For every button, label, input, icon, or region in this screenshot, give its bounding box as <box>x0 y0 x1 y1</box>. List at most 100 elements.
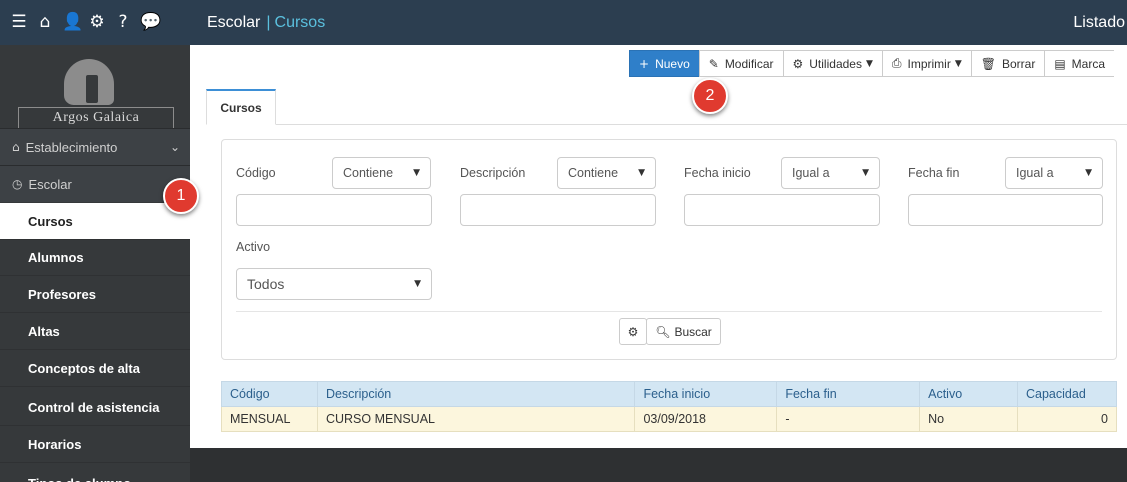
sidebar-item-tipos-de-alumno[interactable]: Tipos de alumno <box>0 465 190 482</box>
buscar-button[interactable]: 🔍︎ Buscar <box>646 318 721 345</box>
descripcion-operator-select[interactable]: Contiene ▼ <box>557 157 656 189</box>
gear-icon: ⚙ <box>627 324 639 339</box>
sidebar-group-label: Escolar <box>28 176 72 192</box>
column-header-capacidad[interactable]: Capacidad <box>1017 381 1117 407</box>
fecha-inicio-input[interactable] <box>684 194 880 226</box>
results-table: Código Descripción Fecha inicio Fecha fi… <box>221 381 1117 432</box>
trash-icon: 🗑 <box>980 56 996 71</box>
column-header-activo[interactable]: Activo <box>919 381 1018 407</box>
fecha-inicio-operator-value: Igual a <box>792 166 830 180</box>
tab-cursos[interactable]: Cursos <box>206 89 276 125</box>
home-icon[interactable]: ⌂ <box>36 14 54 31</box>
panel-divider <box>236 311 1102 312</box>
imprimir-button[interactable]: ⎙ Imprimir ▼ <box>881 50 972 77</box>
step-badge-2: 2 <box>692 78 728 114</box>
caret-down-icon: ▼ <box>954 58 962 69</box>
activo-value: Todos <box>247 276 285 292</box>
help-icon[interactable]: ? <box>114 14 132 31</box>
printer-icon: ⎙ <box>891 56 902 70</box>
table-header-row: Código Descripción Fecha inicio Fecha fi… <box>221 381 1117 407</box>
step-badge-1: 1 <box>163 178 199 214</box>
top-bar: ☰ ⌂ 👤 ⚙ ? 💬 Escolar | Cursos Listado <box>0 0 1127 45</box>
caret-down-icon: ▼ <box>414 279 421 289</box>
footer-bar <box>190 448 1127 482</box>
sidebar-item-alumnos[interactable]: Alumnos <box>0 239 190 276</box>
marcar-label: Marca <box>1071 56 1106 71</box>
caret-down-icon: ▼ <box>413 168 420 178</box>
codigo-operator-value: Contiene <box>343 166 394 180</box>
chat-icon[interactable]: 💬 <box>140 14 161 31</box>
codigo-input[interactable] <box>236 194 432 226</box>
marcar-button[interactable]: ▤ Marca <box>1044 50 1115 77</box>
column-header-fecha-fin[interactable]: Fecha fin <box>776 381 921 407</box>
descripcion-operator-value: Contiene <box>568 166 619 180</box>
sidebar-item-altas[interactable]: Altas <box>0 313 190 350</box>
fecha-fin-operator-select[interactable]: Igual a ▼ <box>1005 157 1103 189</box>
sidebar: Argos Galaica ⌂ Establecimiento ⌄ ◷ Esco… <box>0 45 190 482</box>
sidebar-group-label: Establecimiento <box>25 139 118 155</box>
modificar-button[interactable]: ✎ Modificar <box>698 50 784 77</box>
codigo-operator-select[interactable]: Contiene ▼ <box>332 157 431 189</box>
nuevo-label: Nuevo <box>655 56 690 71</box>
buscar-label: Buscar <box>674 324 712 339</box>
module-title: Cursos <box>274 13 326 31</box>
borrar-label: Borrar <box>1001 56 1036 71</box>
topbar-icon-group: ☰ ⌂ 👤 ⚙ ? 💬 <box>6 0 178 45</box>
search-icon: 🔍︎ <box>655 324 671 339</box>
cell-activo: No <box>919 406 1018 432</box>
logo-text: Argos Galaica <box>18 107 174 129</box>
app-title: Escolar | Cursos <box>207 0 325 45</box>
column-header-descripcion[interactable]: Descripción <box>316 381 636 407</box>
caret-down-icon: ▼ <box>862 168 869 178</box>
table-row[interactable]: MENSUAL CURSO MENSUAL 03/09/2018 - No 0 <box>221 406 1117 432</box>
caret-down-icon: ▼ <box>865 58 873 69</box>
gear-icon[interactable]: ⚙ <box>88 14 106 31</box>
sidebar-group-escolar[interactable]: ◷ Escolar ⌃ <box>0 165 190 202</box>
cell-fecha-fin: - <box>776 406 921 432</box>
utilidades-button[interactable]: ⚙ Utilidades ▼ <box>782 50 883 77</box>
user-icon[interactable]: 👤 <box>62 14 83 31</box>
sidebar-item-conceptos-de-alta[interactable]: Conceptos de alta <box>0 350 190 387</box>
sidebar-item-control-de-asistencia[interactable]: Control de asistencia <box>0 389 190 426</box>
chevron-down-icon: ⌄ <box>169 140 180 154</box>
plus-icon: + <box>639 56 650 71</box>
column-header-codigo[interactable]: Código <box>221 381 318 407</box>
title-separator: | <box>266 13 271 31</box>
tab-strip-line <box>206 124 1127 125</box>
activo-select[interactable]: Todos ▼ <box>236 268 432 300</box>
utilidades-label: Utilidades <box>809 56 862 71</box>
borrar-button[interactable]: 🗑 Borrar <box>970 50 1046 77</box>
sidebar-item-profesores[interactable]: Profesores <box>0 276 190 313</box>
descripcion-label: Descripción <box>460 166 526 180</box>
toolbar: + Nuevo ✎ Modificar ⚙ Utilidades ▼ ⎙ Imp… <box>629 50 1115 77</box>
filter-panel: Código Contiene ▼ Descripción Contiene ▼… <box>221 139 1117 360</box>
column-header-fecha-inicio[interactable]: Fecha inicio <box>634 381 778 407</box>
fecha-fin-operator-value: Igual a <box>1016 166 1054 180</box>
list-alt-icon: ▤ <box>1054 56 1066 71</box>
cell-codigo: MENSUAL <box>221 406 318 432</box>
codigo-label: Código <box>236 166 276 180</box>
fecha-fin-input[interactable] <box>908 194 1103 226</box>
cell-descripcion: CURSO MENSUAL <box>316 406 636 432</box>
fecha-fin-label: Fecha fin <box>908 166 960 180</box>
helmet-logo-icon <box>64 59 114 105</box>
pencil-icon: ✎ <box>708 56 719 71</box>
sidebar-item-horarios[interactable]: Horarios <box>0 426 190 463</box>
search-settings-button[interactable]: ⚙ <box>619 318 647 345</box>
sidebar-item-cursos[interactable]: Cursos <box>0 203 190 240</box>
gear-icon: ⚙ <box>792 56 804 71</box>
modificar-label: Modificar <box>724 56 774 71</box>
home-icon: ⌂ <box>12 140 20 154</box>
caret-down-icon: ▼ <box>1085 168 1092 178</box>
page-label: Listado <box>1073 13 1125 31</box>
cell-capacidad: 0 <box>1017 406 1117 432</box>
clock-icon: ◷ <box>12 177 23 191</box>
sidebar-group-establecimiento[interactable]: ⌂ Establecimiento ⌄ <box>0 128 190 165</box>
fecha-inicio-operator-select[interactable]: Igual a ▼ <box>781 157 880 189</box>
caret-down-icon: ▼ <box>638 168 645 178</box>
list-icon[interactable]: ☰ <box>10 14 28 31</box>
nuevo-button[interactable]: + Nuevo <box>629 50 700 77</box>
imprimir-label: Imprimir <box>907 56 951 71</box>
descripcion-input[interactable] <box>460 194 656 226</box>
fecha-inicio-label: Fecha inicio <box>684 166 751 180</box>
